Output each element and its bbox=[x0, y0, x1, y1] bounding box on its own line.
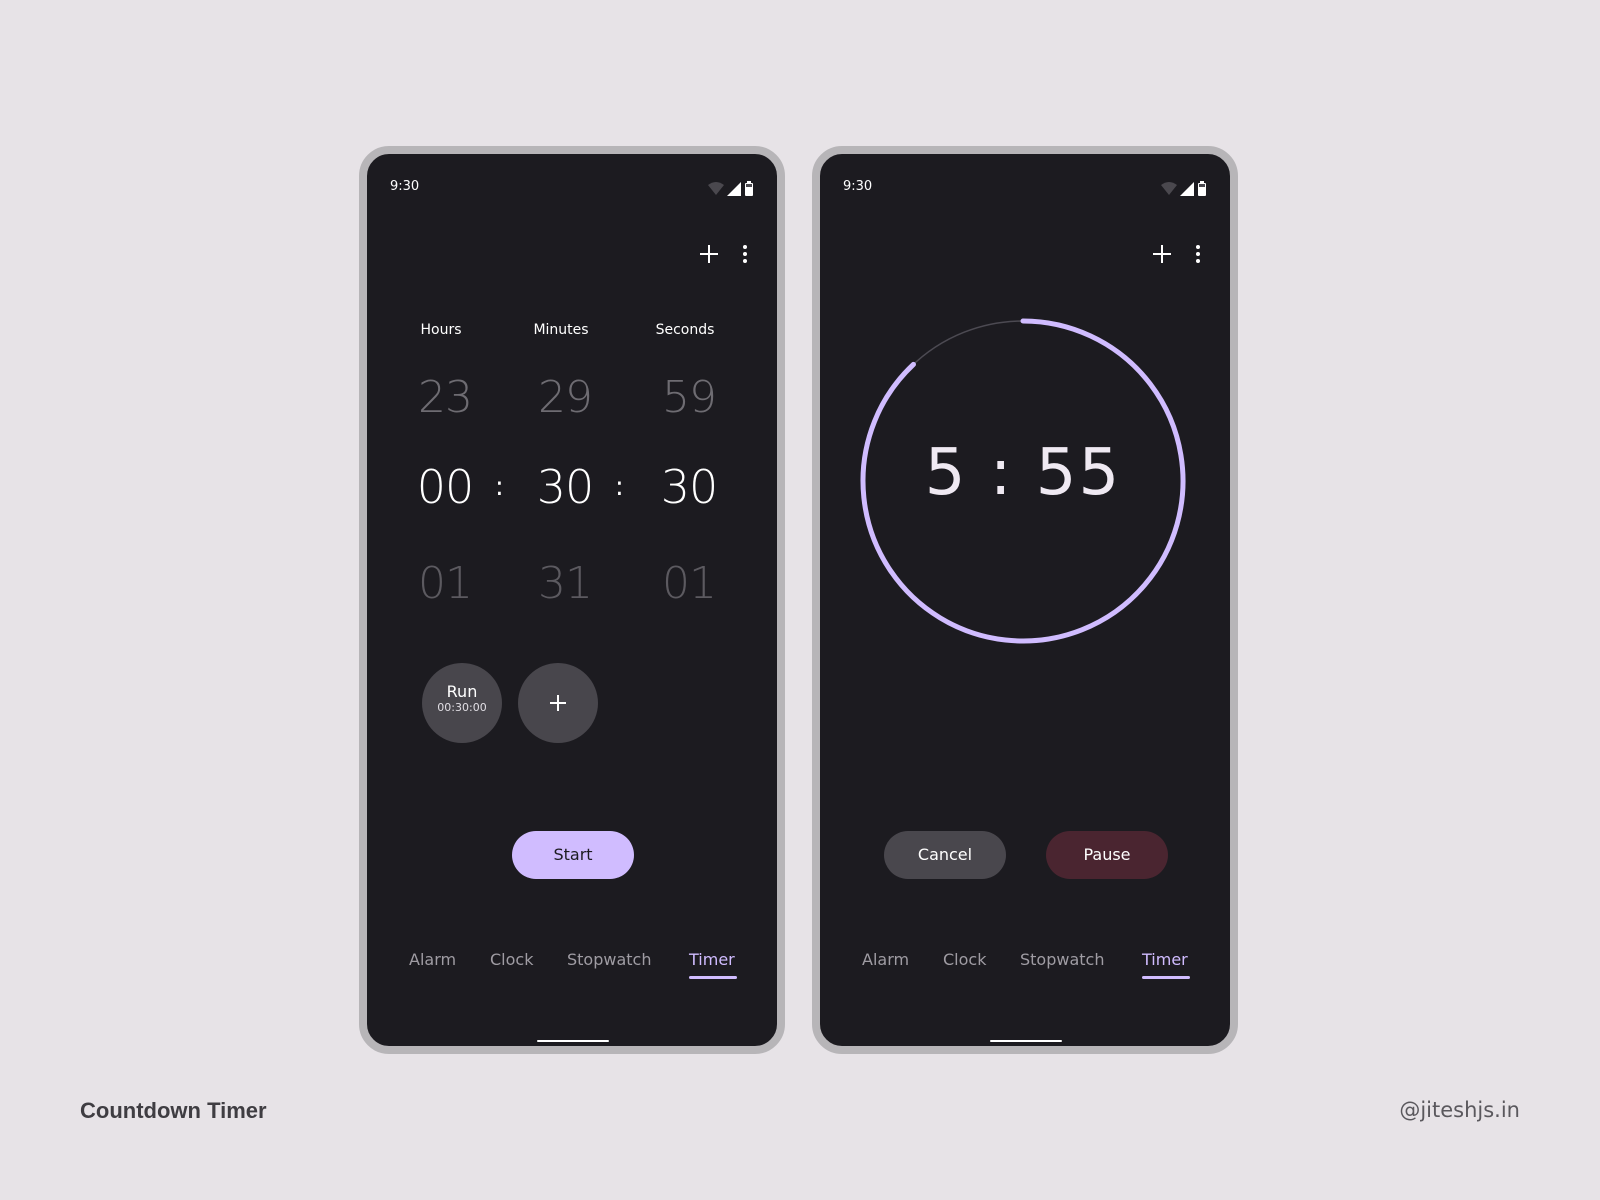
more-vert-icon[interactable] bbox=[1192, 242, 1204, 266]
phone-timer-setup: 9:30 Hours 23 00 01 : Minutes 29 30 31 :… bbox=[359, 146, 785, 1054]
tab-clock[interactable]: Clock bbox=[490, 950, 533, 969]
status-time: 9:30 bbox=[843, 179, 873, 194]
bottom-nav: Alarm Clock Stopwatch Timer bbox=[367, 950, 777, 980]
seconds-value[interactable]: 30 bbox=[639, 460, 739, 514]
hours-next[interactable]: 01 bbox=[395, 558, 495, 609]
separator: : bbox=[495, 472, 504, 502]
tab-alarm[interactable]: Alarm bbox=[862, 950, 909, 969]
preset-time: 00:30:00 bbox=[437, 701, 487, 714]
preset-label: Run bbox=[446, 682, 478, 701]
page-title: Countdown Timer bbox=[80, 1098, 267, 1123]
remaining-time: 5 : 55 bbox=[924, 436, 1122, 510]
tab-timer[interactable]: Timer bbox=[689, 950, 735, 969]
bottom-nav: Alarm Clock Stopwatch Timer bbox=[820, 950, 1230, 980]
preset-timer-button[interactable]: Run 00:30:00 bbox=[422, 663, 502, 743]
status-time: 9:30 bbox=[390, 179, 420, 194]
start-button[interactable]: Start bbox=[512, 831, 634, 879]
tab-alarm[interactable]: Alarm bbox=[409, 950, 456, 969]
active-tab-indicator bbox=[1142, 976, 1190, 979]
minutes-prev[interactable]: 29 bbox=[515, 372, 615, 423]
minutes-label: Minutes bbox=[533, 322, 589, 338]
seconds-label: Seconds bbox=[655, 322, 715, 338]
tab-stopwatch[interactable]: Stopwatch bbox=[1020, 950, 1104, 969]
hours-label: Hours bbox=[420, 322, 462, 338]
more-vert-icon[interactable] bbox=[739, 242, 751, 266]
home-indicator[interactable] bbox=[990, 1040, 1062, 1042]
home-indicator[interactable] bbox=[537, 1040, 609, 1042]
cell-signal-icon bbox=[1180, 182, 1194, 196]
status-icons bbox=[708, 181, 753, 196]
cell-signal-icon bbox=[727, 182, 741, 196]
tab-clock[interactable]: Clock bbox=[943, 950, 986, 969]
cancel-button[interactable]: Cancel bbox=[884, 831, 1006, 879]
hours-value[interactable]: 00 bbox=[395, 460, 495, 514]
pause-button[interactable]: Pause bbox=[1046, 831, 1168, 879]
plus-icon bbox=[550, 695, 566, 711]
minutes-next[interactable]: 31 bbox=[515, 558, 615, 609]
hours-prev[interactable]: 23 bbox=[395, 372, 495, 423]
add-preset-button[interactable] bbox=[518, 663, 598, 743]
active-tab-indicator bbox=[689, 976, 737, 979]
phone-timer-running: 9:30 5 : 55 Cancel Pause Alarm Clock Sto… bbox=[812, 146, 1238, 1054]
minutes-value[interactable]: 30 bbox=[515, 460, 615, 514]
wifi-icon bbox=[1161, 182, 1177, 195]
seconds-next[interactable]: 01 bbox=[639, 558, 739, 609]
seconds-prev[interactable]: 59 bbox=[639, 372, 739, 423]
author-credit: @jiteshjs.in bbox=[1399, 1098, 1520, 1122]
status-icons bbox=[1161, 181, 1206, 196]
plus-icon[interactable] bbox=[697, 242, 721, 266]
tab-stopwatch[interactable]: Stopwatch bbox=[567, 950, 651, 969]
separator: : bbox=[615, 472, 624, 502]
plus-icon[interactable] bbox=[1150, 242, 1174, 266]
tab-timer[interactable]: Timer bbox=[1142, 950, 1188, 969]
wifi-icon bbox=[708, 182, 724, 195]
